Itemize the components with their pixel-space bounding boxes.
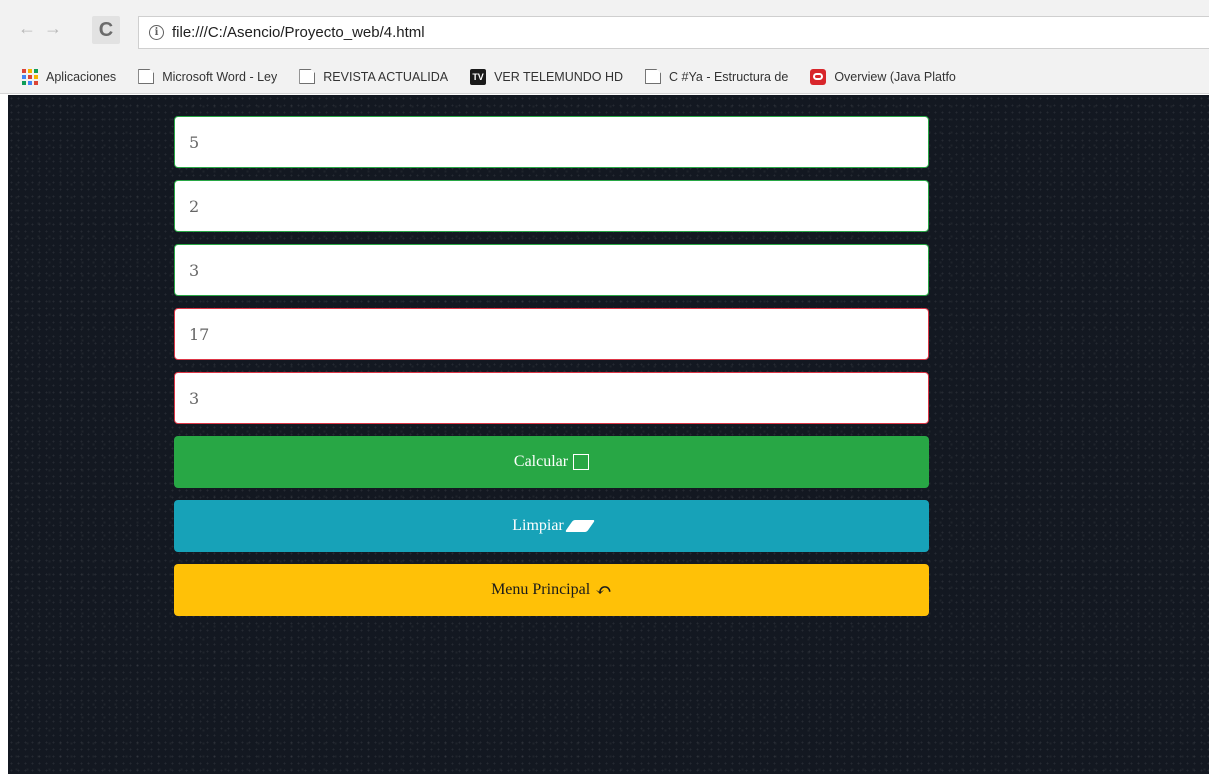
menu-principal-button[interactable]: Menu Principal ↶ (174, 564, 929, 616)
calcular-label: Calcular (513, 453, 569, 470)
number-input-3[interactable] (174, 244, 929, 296)
number-input-4[interactable] (174, 308, 929, 360)
reply-arrow-icon: ↶ (595, 579, 612, 602)
bookmark-telemundo[interactable]: TV VER TELEMUNDO HD (470, 68, 624, 85)
limpiar-label: Limpiar (512, 517, 564, 534)
eraser-icon (564, 520, 595, 532)
url-text[interactable]: file:///C:/Asencio/Proyecto_web/4.html (172, 24, 425, 41)
page-icon (138, 69, 155, 84)
page-icon (299, 69, 316, 84)
bookmark-label: REVISTA ACTUALIDA (323, 69, 449, 84)
info-icon[interactable]: i (149, 25, 164, 40)
calculator-icon (573, 454, 590, 470)
bookmark-aplicaciones[interactable]: Aplicaciones (22, 68, 117, 85)
address-bar[interactable]: i file:///C:/Asencio/Proyecto_web/4.html (138, 16, 1209, 49)
arrow-left-icon[interactable]: ← (14, 15, 40, 41)
reload-icon[interactable]: C (92, 16, 120, 44)
calcular-button[interactable]: Calcular (174, 436, 929, 488)
bookmark-label: Overview (Java Platfo (834, 69, 956, 84)
browser-toolbar: ← → C i file:///C:/Asencio/Proyecto_web/… (0, 0, 1209, 66)
bookmark-csharp[interactable]: C #Ya - Estructura de (645, 69, 788, 84)
bookmark-label: C #Ya - Estructura de (669, 69, 789, 84)
bookmark-label: Aplicaciones (46, 69, 117, 84)
arrow-right-icon[interactable]: → (40, 15, 66, 41)
apps-grid-icon (22, 68, 38, 85)
bookmark-java-overview[interactable]: Overview (Java Platfo (810, 68, 956, 85)
bookmark-label: Microsoft Word - Ley (162, 69, 278, 84)
number-input-5[interactable] (174, 372, 929, 424)
calculator-form: Calcular Limpiar Menu Principal ↶ (174, 116, 931, 628)
page-icon (645, 69, 662, 84)
page-viewport: Calcular Limpiar Menu Principal ↶ (8, 95, 1209, 774)
number-input-2[interactable] (174, 180, 929, 232)
menu-principal-label: Menu Principal (491, 581, 591, 598)
oracle-icon (810, 68, 827, 85)
bookmark-revista[interactable]: REVISTA ACTUALIDA (299, 69, 448, 84)
browser-window: ← → C i file:///C:/Asencio/Proyecto_web/… (0, 0, 1209, 774)
number-input-1[interactable] (174, 116, 929, 168)
limpiar-button[interactable]: Limpiar (174, 500, 929, 552)
bookmark-label: VER TELEMUNDO HD (494, 69, 624, 84)
tv-icon: TV (470, 68, 487, 85)
bookmark-microsoft-word[interactable]: Microsoft Word - Ley (138, 69, 277, 84)
bookmarks-bar: Aplicaciones Microsoft Word - Ley REVIST… (0, 60, 1209, 94)
